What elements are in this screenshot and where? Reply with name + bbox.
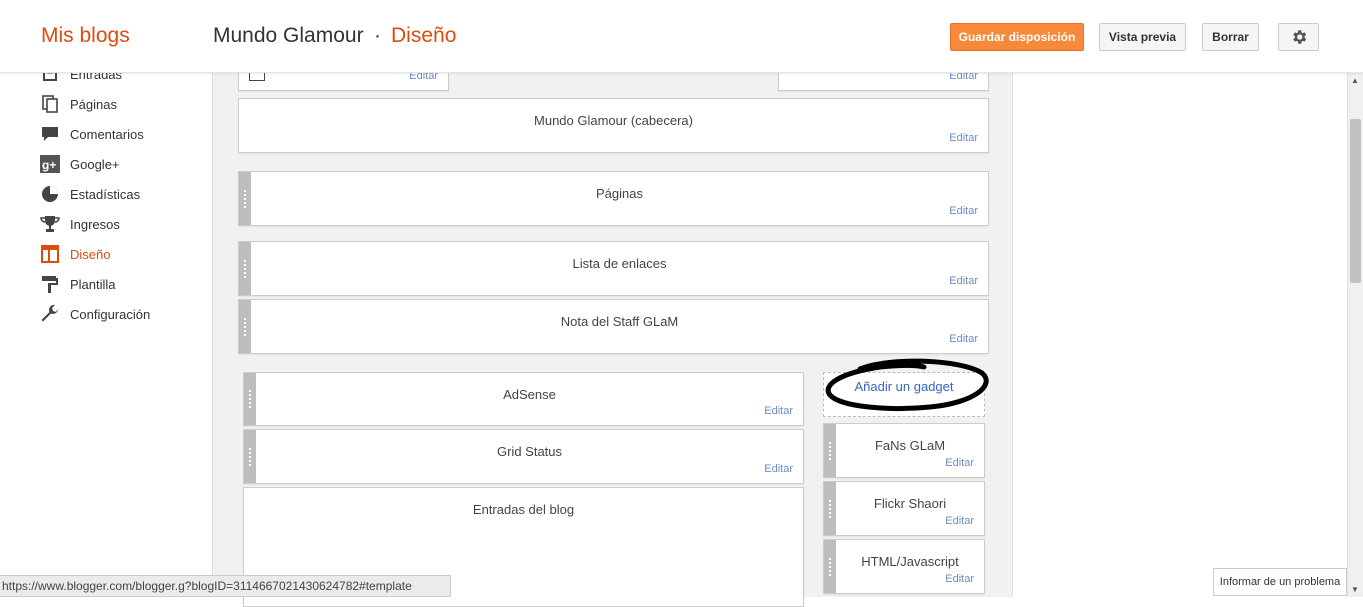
- my-blogs-link[interactable]: Mis blogs: [41, 24, 130, 48]
- gadget-title: AdSense: [503, 387, 556, 402]
- drag-handle[interactable]: [824, 482, 836, 535]
- sidebar-item-paginas[interactable]: Páginas: [40, 94, 117, 114]
- gear-icon: [1292, 30, 1306, 44]
- hand-drawn-circle: [825, 358, 989, 411]
- sidebar-item-label: Estadísticas: [70, 186, 141, 202]
- sidebar-item-comentarios[interactable]: Comentarios: [40, 124, 144, 144]
- gadget-staff-note[interactable]: Nota del Staff GLaM Editar: [238, 299, 989, 354]
- sidebar-nav: Entradas Páginas Comentarios g+ Google+ …: [0, 60, 212, 597]
- gadget-grid-status[interactable]: Grid Status Editar: [243, 429, 804, 484]
- gadget-title: Entradas del blog: [472, 502, 575, 517]
- add-gadget-slot[interactable]: Añadir un gadget: [823, 358, 989, 417]
- sidebar-item-ingresos[interactable]: Ingresos: [40, 214, 120, 234]
- edit-link[interactable]: Editar: [949, 275, 978, 287]
- layout-canvas: Editar Editar Mundo Glamour (cabecera) E…: [212, 40, 1013, 607]
- edit-link[interactable]: Editar: [945, 573, 974, 585]
- settings-button[interactable]: [1278, 23, 1319, 51]
- sidebar-item-diseno[interactable]: Diseño: [40, 244, 110, 264]
- drag-handle[interactable]: [824, 540, 836, 593]
- save-layout-button[interactable]: Guardar disposición: [950, 23, 1084, 51]
- pages-icon: [40, 95, 60, 113]
- drag-handle[interactable]: [239, 242, 251, 295]
- gadget-title: FaNs GLaM: [874, 438, 946, 453]
- edit-link[interactable]: Editar: [945, 515, 974, 527]
- blog-name: Mundo Glamour: [213, 24, 364, 47]
- sidebar-item-google-plus[interactable]: g+ Google+: [40, 154, 120, 174]
- drag-handle[interactable]: [244, 373, 256, 425]
- page-scrollbar[interactable]: ▲ ▼: [1347, 73, 1363, 597]
- scrollbar-thumb[interactable]: [1350, 119, 1361, 283]
- sidebar-item-label: Páginas: [70, 96, 117, 112]
- drag-handle[interactable]: [239, 172, 251, 225]
- edit-link[interactable]: Editar: [764, 463, 793, 475]
- edit-link[interactable]: Editar: [764, 405, 793, 417]
- layout-icon: [40, 245, 60, 263]
- gadget-title: HTML/Javascript: [861, 554, 959, 569]
- gadget-header[interactable]: Mundo Glamour (cabecera) Editar: [238, 98, 989, 153]
- edit-link[interactable]: Editar: [945, 457, 974, 469]
- gadget-flickr[interactable]: Flickr Shaori Editar: [823, 481, 985, 536]
- sidebar-item-label: Google+: [70, 156, 120, 172]
- edit-link[interactable]: Editar: [949, 205, 978, 217]
- gadget-fans[interactable]: FaNs GLaM Editar: [823, 423, 985, 478]
- sidebar-item-label: Configuración: [70, 306, 151, 322]
- clear-button[interactable]: Borrar: [1202, 23, 1259, 51]
- scroll-down-arrow-icon[interactable]: ▼: [1351, 585, 1359, 594]
- drag-handle[interactable]: [239, 300, 251, 353]
- edit-link[interactable]: Editar: [949, 333, 978, 345]
- wrench-icon: [40, 304, 60, 323]
- gadget-pages[interactable]: Páginas Editar: [238, 171, 989, 226]
- trophy-icon: [40, 215, 60, 233]
- sidebar-item-plantilla[interactable]: Plantilla: [40, 274, 116, 294]
- status-bar-url: https://www.blogger.com/blogger.g?blogID…: [0, 575, 451, 597]
- gadget-title: Lista de enlaces: [572, 256, 667, 271]
- drag-handle[interactable]: [824, 424, 836, 477]
- google-plus-icon: g+: [40, 155, 60, 173]
- title-separator: ·: [374, 24, 381, 47]
- gadget-link-list[interactable]: Lista de enlaces Editar: [238, 241, 989, 296]
- gadget-title: Mundo Glamour (cabecera): [534, 113, 693, 128]
- drag-handle[interactable]: [244, 430, 256, 483]
- gadget-adsense[interactable]: AdSense Editar: [243, 372, 804, 426]
- right-pane: [1013, 60, 1347, 597]
- sidebar-item-label: Plantilla: [70, 276, 116, 292]
- top-bar: Mis blogs Mundo Glamour · Diseño Guardar…: [0, 0, 1363, 73]
- svg-text:g+: g+: [42, 158, 56, 172]
- sidebar-item-estadisticas[interactable]: Estadísticas: [40, 184, 140, 204]
- sidebar-item-label: Comentarios: [70, 126, 144, 142]
- stats-icon: [40, 185, 60, 203]
- scroll-up-arrow-icon[interactable]: ▲: [1351, 76, 1359, 85]
- gadget-title: Nota del Staff GLaM: [560, 314, 679, 329]
- gadget-html-javascript[interactable]: HTML/Javascript Editar: [823, 539, 985, 594]
- section-title: Diseño: [391, 24, 457, 47]
- gadget-title: Flickr Shaori: [873, 496, 947, 511]
- sidebar-item-label: Ingresos: [70, 216, 120, 232]
- sidebar-item-label: Diseño: [70, 246, 111, 262]
- gadget-title: Grid Status: [496, 444, 563, 459]
- sidebar-item-configuracion[interactable]: Configuración: [40, 304, 150, 324]
- edit-link[interactable]: Editar: [949, 132, 978, 144]
- gadget-title: Páginas: [596, 186, 643, 201]
- report-problem-button[interactable]: Informar de un problema: [1213, 568, 1347, 596]
- template-icon: [40, 275, 60, 293]
- preview-button[interactable]: Vista previa: [1099, 23, 1186, 51]
- comments-icon: [40, 125, 60, 143]
